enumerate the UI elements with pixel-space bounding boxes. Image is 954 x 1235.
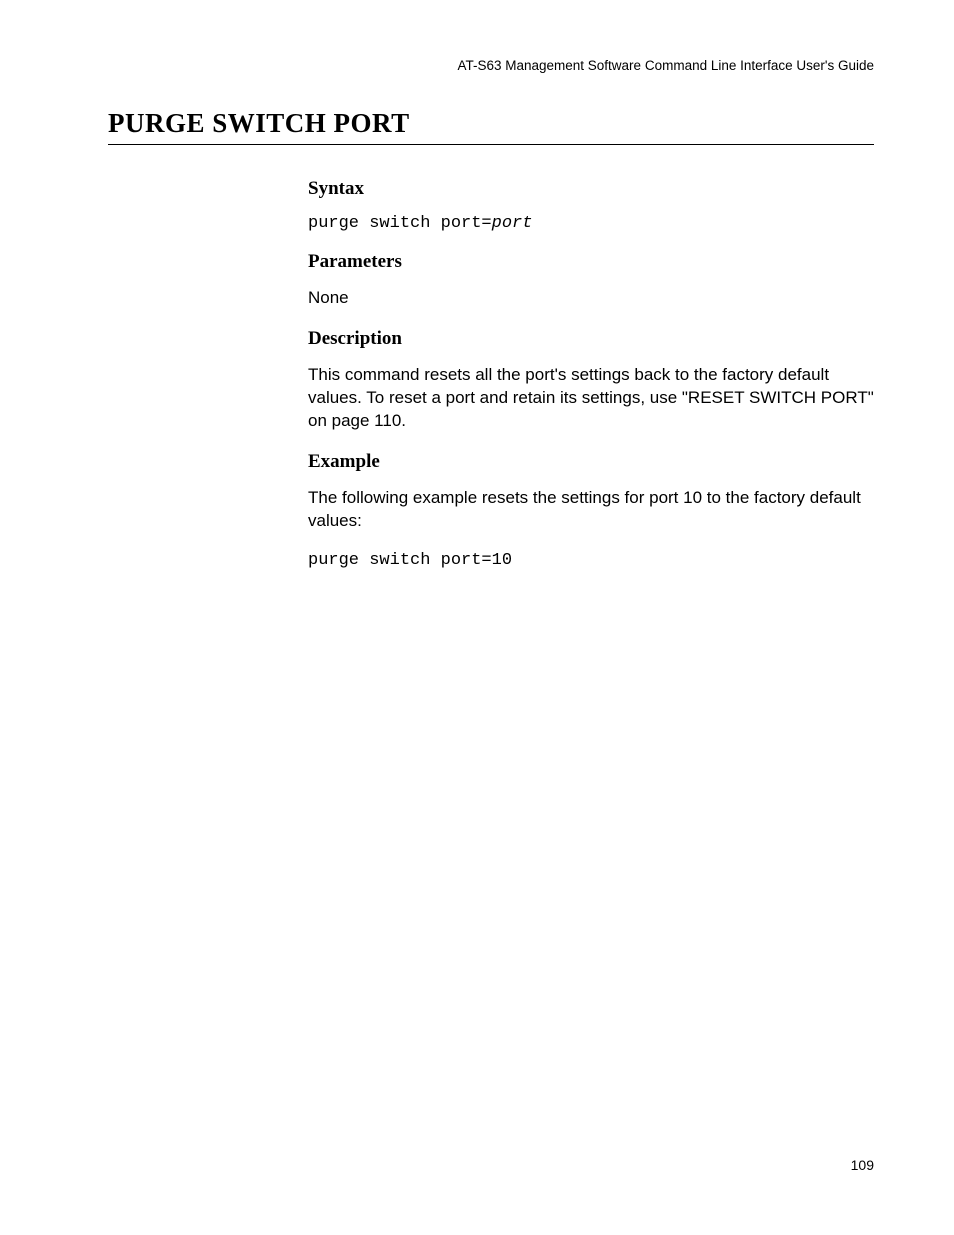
content-block: Syntax purge switch port=port Parameters… <box>308 178 874 588</box>
syntax-command-prefix: purge switch port= <box>308 214 492 233</box>
syntax-command: purge switch port=port <box>308 214 874 233</box>
example-intro: The following example resets the setting… <box>308 487 874 533</box>
parameters-heading: Parameters <box>308 251 874 273</box>
header-guide-title: AT-S63 Management Software Command Line … <box>457 58 874 73</box>
syntax-heading: Syntax <box>308 178 874 200</box>
page: AT-S63 Management Software Command Line … <box>0 0 954 1235</box>
syntax-command-arg: port <box>492 214 533 233</box>
example-heading: Example <box>308 451 874 473</box>
description-heading: Description <box>308 328 874 350</box>
command-title: PURGE SWITCH PORT <box>108 108 874 145</box>
example-command: purge switch port=10 <box>308 551 874 570</box>
parameters-text: None <box>308 287 874 310</box>
page-number: 109 <box>851 1157 874 1173</box>
description-text: This command resets all the port's setti… <box>308 364 874 433</box>
